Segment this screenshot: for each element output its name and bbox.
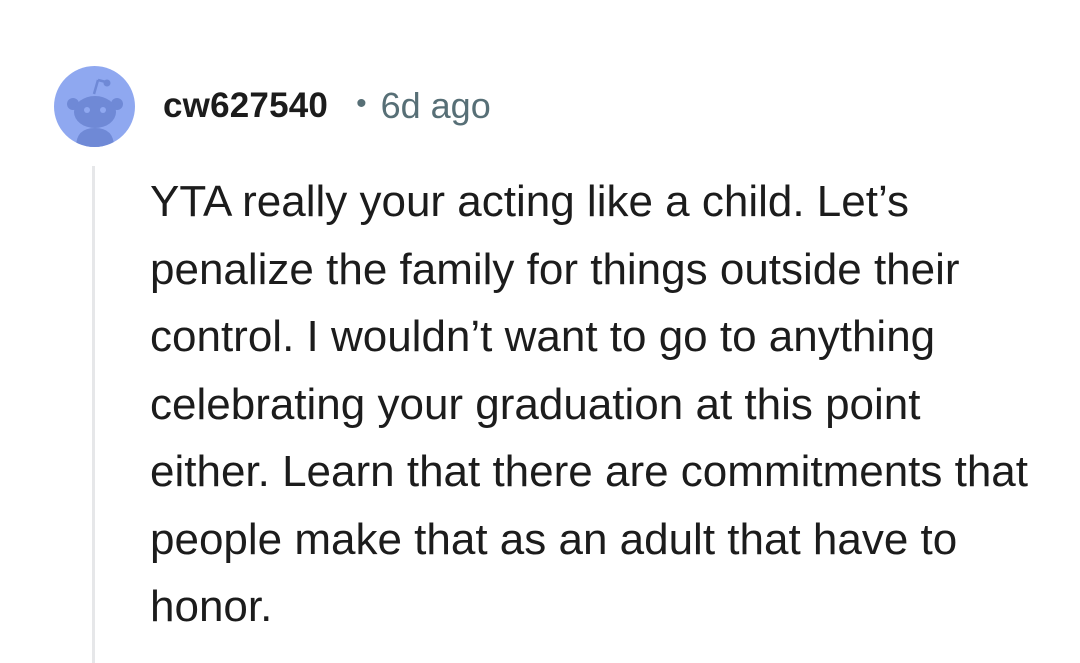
user-avatar[interactable]: [54, 66, 135, 147]
reddit-snoo-avatar-icon: [67, 78, 123, 147]
comment: cw627540 • 6d ago YTA really your acting…: [0, 0, 1080, 663]
timestamp: 6d ago: [380, 85, 491, 126]
username-link[interactable]: cw627540: [163, 86, 328, 126]
separator-dot: •: [356, 87, 367, 120]
comment-body: YTA really your acting like a child. Let…: [150, 177, 1029, 631]
comment-header: cw627540 • 6d ago: [163, 83, 491, 129]
thread-line[interactable]: [92, 166, 95, 663]
